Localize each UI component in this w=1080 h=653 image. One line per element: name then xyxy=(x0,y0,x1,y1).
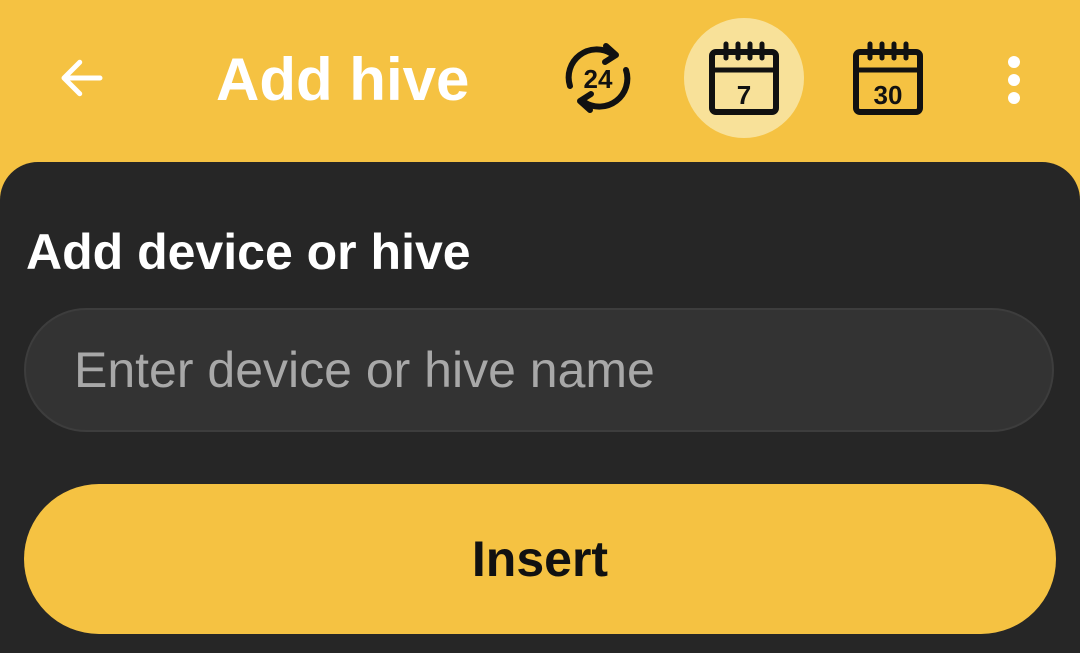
name-input-container xyxy=(24,308,1054,432)
more-vert-icon-dot xyxy=(1008,92,1020,104)
calendar-7-icon: 7 xyxy=(709,41,779,115)
range-7-days-label: 7 xyxy=(737,80,751,110)
calendar-30-icon: 30 xyxy=(853,41,923,115)
section-title: Add device or hive xyxy=(26,224,471,280)
more-vert-icon-dot xyxy=(1008,74,1020,86)
device-name-input[interactable] xyxy=(26,310,1052,430)
range-24h-button[interactable]: 24 xyxy=(538,18,658,138)
range-7-days-button[interactable]: 7 xyxy=(684,18,804,138)
range-30-days-button[interactable]: 30 xyxy=(828,18,948,138)
form-sheet: Add device or hive Insert xyxy=(0,162,1080,653)
24-hour-refresh-icon: 24 xyxy=(565,43,631,113)
arrow-left-icon xyxy=(61,59,103,97)
overflow-menu-button[interactable] xyxy=(984,40,1044,120)
range-24h-label: 24 xyxy=(584,64,613,94)
range-30-days-label: 30 xyxy=(874,80,903,110)
insert-button[interactable]: Insert xyxy=(24,484,1056,634)
page-title: Add hive xyxy=(216,46,470,113)
more-vert-icon xyxy=(1008,56,1020,68)
back-button[interactable] xyxy=(38,32,126,124)
app-bar: Add hive 24 7 30 xyxy=(0,0,1080,162)
